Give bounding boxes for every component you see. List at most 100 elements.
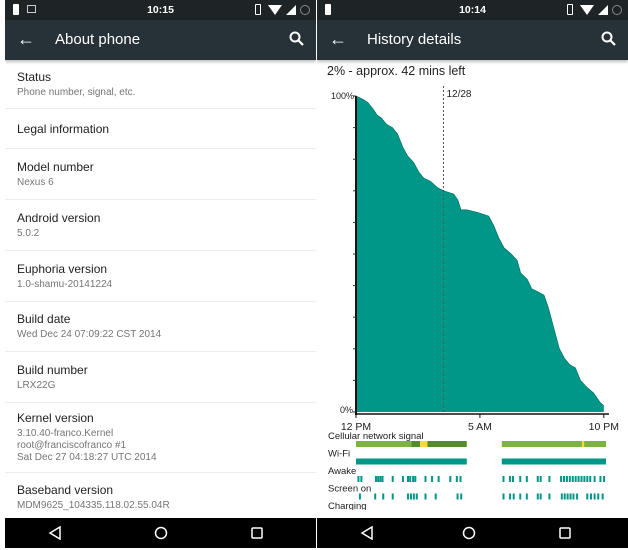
activity-tick [536,476,539,482]
page-title: History details [367,31,462,48]
activity-tick [424,493,427,500]
item-title: Model number [17,159,94,174]
activity-tick [449,476,452,482]
activity-tick [412,476,415,482]
activity-segment [427,441,467,447]
settings-item-baseband-version[interactable]: Baseband version MDM9625_104335.118.02.55… [5,473,316,523]
settings-list: Status Phone number, signal, etc. Legal in… [5,60,316,523]
history-details-screen: 10:14 ← History details 2% - approx. 42 … [317,0,628,548]
activity-tick [412,493,415,500]
activity-tick [360,476,363,482]
item-title: Build number [17,362,88,377]
activity-tick [456,493,459,500]
item-summary-line: Sat Dec 27 04:18:27 UTC 2014 [17,452,157,463]
cell-signal-icon [598,4,608,15]
settings-item-model-number[interactable]: Model number Nexus 6 [5,149,316,200]
vibrate-icon [564,4,576,15]
nav-recents-button[interactable] [237,518,277,548]
activity-tick [357,476,360,482]
battery-history-chart: 12 PM 5 AM 10 PM100%0%12/28Cellular networ… [328,86,619,510]
wifi-icon [268,4,282,15]
activity-tick [548,493,551,500]
date-marker-label: 12/28 [446,89,471,100]
activity-tick [374,476,377,482]
item-summary-line: root@franciscofranco #1 [17,440,127,451]
nav-back-button[interactable] [347,518,387,548]
activity-segment [411,441,421,447]
back-icon [360,526,373,540]
activity-tick [589,476,592,482]
settings-item-build-number[interactable]: Build number LRX22G [5,352,316,403]
activity-tick [358,493,361,500]
settings-item-euphoria-version[interactable]: Euphoria version 1.0-shamu-20141224 [5,251,316,302]
item-summary: LRX22G [17,380,304,392]
item-title: Kernel version [17,411,94,425]
circle-icon [300,4,310,15]
nav-home-button[interactable] [449,518,489,548]
wifi-icon [580,4,594,15]
item-title: Build date [17,312,71,326]
about-phone-screen: 10:15 ← About phone Status Phone number, … [5,0,316,548]
x-tick-label: 10 PM [589,421,619,433]
activity-segment [501,441,582,447]
nav-back-button[interactable] [35,518,75,548]
activity-tick [525,493,528,500]
app-bar: ← History details [317,20,628,60]
search-icon[interactable] [600,30,618,48]
item-title: Status [17,69,52,84]
activity-tick [431,476,434,482]
activity-tick [460,493,463,500]
activity-tick [580,476,583,482]
y-tick-label-bottom: 0% [340,405,353,415]
activity-tick [415,493,418,500]
activity-tick [566,493,569,500]
activity-tick [586,493,589,500]
nav-home-button[interactable] [141,518,181,548]
search-icon[interactable] [288,30,306,48]
activity-tick [539,476,542,482]
settings-item-build-date[interactable]: Build date Wed Dec 24 07:09:22 CST 2014 [5,302,316,352]
settings-item-status[interactable]: Status Phone number, signal, etc. [5,60,316,109]
nav-recents-button[interactable] [545,518,585,548]
activity-tick [459,476,462,482]
status-bar: 10:15 [5,0,316,20]
activity-tick [437,476,440,482]
activity-tick [455,476,458,482]
arrow-back-icon[interactable]: ← [17,29,35,49]
item-summary-line: Phone number, signal, etc. [17,86,136,98]
activity-label: Charging [328,501,367,510]
activity-tick [407,493,410,500]
activity-segment [356,458,467,465]
navigation-bar [317,518,628,548]
activity-tick [562,476,565,482]
activity-tick [391,493,394,500]
x-tick-label: 5 AM [468,421,492,433]
settings-item-legal-information[interactable]: Legal information [5,109,316,149]
activity-tick [548,476,551,482]
recents-icon [251,527,263,539]
item-summary-line: Nexus 6 [17,176,54,188]
activity-tick [560,493,563,500]
activity-segment [420,441,428,447]
item-title: Baseband version [17,483,114,497]
item-title: Legal information [17,121,110,136]
activity-tick [539,493,542,500]
activity-label: Awake [328,466,356,477]
activity-tick [381,476,384,482]
activity-tick [519,493,522,500]
item-summary: Wed Dec 24 07:09:22 CST 2014 [17,329,304,341]
settings-item-kernel-version[interactable]: Kernel version 3.10.40-franco.Kernel root@… [5,403,316,473]
settings-item-android-version[interactable]: Android version 5.0.2 [5,200,316,251]
app-bar: ← About phone [5,20,316,60]
circle-icon [612,4,622,15]
activity-tick [407,476,410,482]
item-title: Euphoria version [17,261,108,276]
activity-tick [512,493,515,500]
activity-tick [574,476,577,482]
activity-tick [536,493,539,500]
cell-signal-icon [286,4,296,15]
activity-tick [377,476,380,482]
arrow-back-icon[interactable]: ← [329,29,347,49]
activity-tick [391,476,394,482]
activity-label: Cellular network signal [328,431,424,442]
